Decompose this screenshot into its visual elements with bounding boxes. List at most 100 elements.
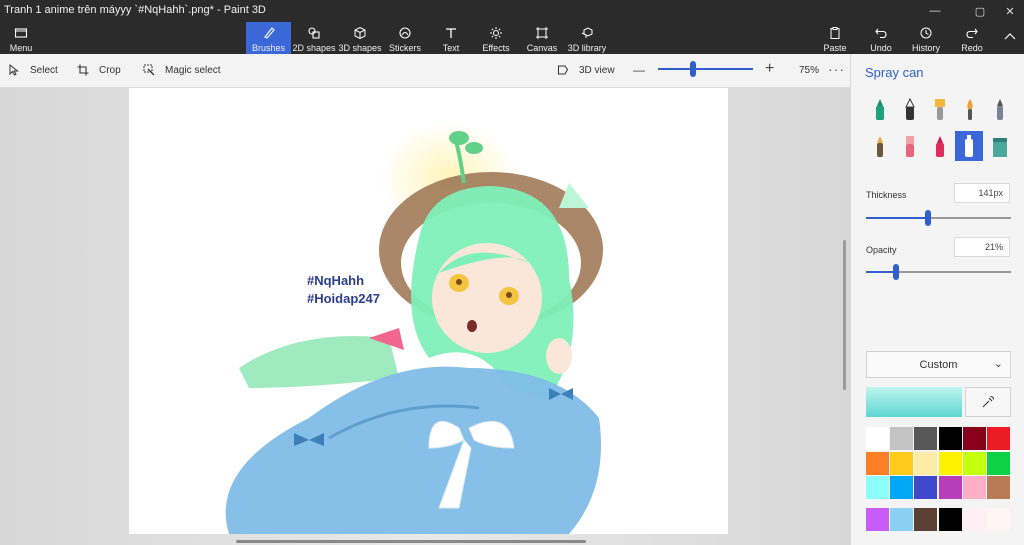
pencil-brush[interactable] [987,96,1013,124]
crayon-brush[interactable] [867,133,893,161]
custom-color-swatch[interactable] [890,508,914,531]
canvas-tab[interactable]: Canvas [526,22,558,54]
text-label: Text [442,43,460,53]
spray-can-brush[interactable] [955,131,983,161]
palette-swatch[interactable] [890,451,914,475]
brushes-tab[interactable]: Brushes [246,22,291,54]
color-mode-dropdown[interactable]: Custom ⌄ [866,351,1011,378]
drawing-canvas[interactable] [129,88,728,534]
magic-select-button[interactable]: Magic select [143,64,221,76]
palette-swatch[interactable] [914,427,938,450]
palette-swatch[interactable] [987,476,1010,499]
zoom-in-button[interactable]: + [765,60,774,78]
palette-swatch[interactable] [938,451,962,475]
palette-swatch[interactable] [890,427,914,450]
brushes-label: Brushes [251,43,286,53]
palette-swatch[interactable] [866,476,889,499]
undo-icon [875,28,887,39]
highlighter-brush[interactable] [927,133,953,161]
anime-girl-artwork [225,123,603,534]
zoom-value: 75% [799,65,820,76]
color-mode-value: Custom [919,358,958,371]
watercolor-brush[interactable] [957,96,983,124]
library-icon [581,27,593,38]
zoom-out-button[interactable]: — [633,63,645,77]
crop-label: Crop [99,64,121,76]
thickness-slider-thumb[interactable] [925,210,931,226]
hashtag-nqhahh: #NqHahh [307,273,365,288]
paste-label: Paste [823,43,847,53]
custom-color-swatch[interactable] [866,508,889,531]
view-3d-button[interactable]: 3D view [557,64,615,76]
horizontal-scrollbar[interactable] [236,540,586,543]
view-3d-label: 3D view [579,64,615,76]
brush-icon [263,27,275,39]
custom-color-swatch[interactable] [987,508,1010,531]
crop-button[interactable]: Crop [77,64,121,76]
pixel-pen-icon [906,136,914,157]
minimize-button[interactable]: — [920,2,950,20]
eyedropper-button[interactable] [965,387,1011,417]
sticker-icon [399,27,411,39]
fill-bucket-icon [993,138,1007,157]
stickers-tab[interactable]: Stickers [388,22,422,54]
palette-swatch[interactable] [866,427,889,450]
palette-swatch[interactable] [987,427,1010,450]
maximize-button[interactable]: ▢ [965,2,995,20]
palette-swatch[interactable] [938,427,962,450]
custom-color-swatch[interactable] [938,508,962,531]
collapse-ribbon-button[interactable] [1001,22,1019,54]
palette-swatch[interactable] [890,476,914,499]
text-tab[interactable]: Text [436,22,466,54]
palette-swatch[interactable] [987,451,1010,475]
opacity-slider-fill [866,271,896,273]
eyedropper-icon [982,395,995,408]
calligraphy-pen-brush[interactable] [897,96,923,124]
shapes-3d-tab[interactable]: 3D shapes [338,22,382,54]
redo-button[interactable]: Redo [958,22,986,54]
palette-swatch[interactable] [866,451,889,475]
palette-swatch[interactable] [914,451,938,475]
menu-button[interactable]: Menu [4,22,38,54]
sun-icon [490,27,502,39]
chevron-up-icon [1004,33,1016,40]
opacity-input[interactable]: 21% [954,237,1010,257]
oil-brush[interactable] [927,96,953,124]
view-3d-icon [558,65,569,75]
paste-button[interactable]: Paste [821,22,849,54]
history-button[interactable]: History [910,22,942,54]
current-color-swatch[interactable] [866,387,962,417]
opacity-slider-thumb[interactable] [893,264,899,280]
marker-brush[interactable] [867,96,893,124]
select-button[interactable]: Select [8,64,58,76]
custom-color-swatch[interactable] [914,508,938,531]
magic-select-label: Magic select [165,64,221,76]
palette-swatch[interactable] [962,476,986,499]
text-icon [446,28,456,38]
thickness-slider-fill [866,217,928,219]
thickness-input[interactable]: 141px [954,183,1010,203]
select-label: Select [30,64,58,76]
custom-color-swatch[interactable] [962,508,986,531]
pointer-icon [9,64,19,76]
fill-bucket-brush[interactable] [987,133,1013,161]
shapes-2d-icon [308,27,320,39]
zoom-slider-track[interactable] [658,68,753,70]
canvas-icon [536,27,548,39]
undo-button[interactable]: Undo [867,22,895,54]
palette-swatch[interactable] [962,427,986,450]
close-button[interactable]: ✕ [995,2,1024,20]
vertical-scrollbar[interactable] [843,240,846,390]
palette-swatch[interactable] [962,451,986,475]
effects-tab[interactable]: Effects [480,22,512,54]
zoom-slider-thumb[interactable] [690,61,696,77]
calligraphy-pen-icon [905,98,915,120]
menu-label: Menu [9,43,33,53]
shapes-2d-tab[interactable]: 2D shapes [292,22,336,54]
pixel-pen-brush[interactable] [897,133,923,161]
crop-icon [77,64,89,76]
palette-swatch[interactable] [914,476,938,499]
palette-swatch[interactable] [938,476,962,499]
library-3d-tab[interactable]: 3D library [567,22,607,54]
more-options-button[interactable]: ··· [828,61,845,77]
